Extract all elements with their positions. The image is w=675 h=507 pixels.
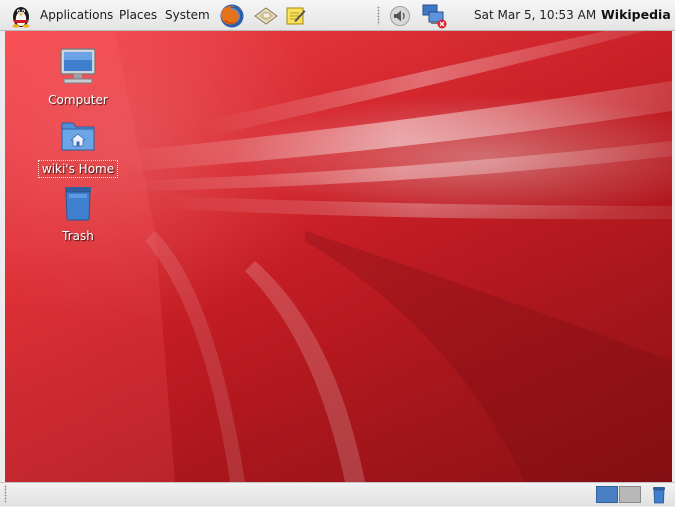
panel-handle[interactable]	[4, 485, 7, 503]
trash-icon	[65, 187, 91, 221]
workspace-1[interactable]	[596, 486, 618, 503]
trash-applet-icon[interactable]	[651, 486, 667, 507]
desktop[interactable]: Computer wiki's Home Trash	[5, 31, 672, 482]
firefox-icon[interactable]	[219, 3, 245, 32]
menu-applications[interactable]: Applications	[40, 8, 113, 22]
bottom-panel	[0, 482, 675, 506]
menu-places[interactable]: Places	[119, 8, 157, 22]
home-folder-icon	[61, 122, 95, 151]
desktop-icon-label: Computer	[48, 93, 108, 107]
penguin-logo-icon[interactable]	[9, 4, 33, 31]
menu-system[interactable]: System	[165, 8, 210, 22]
network-icon[interactable]	[421, 3, 447, 32]
panel-separator	[377, 6, 380, 25]
desktop-icon-label: Trash	[62, 229, 94, 243]
computer-icon	[60, 48, 96, 84]
top-panel: Applications Places System Sat Mar 5, 10…	[0, 0, 675, 31]
clock[interactable]: Sat Mar 5, 10:53 AM	[474, 8, 596, 22]
email-icon[interactable]	[253, 6, 279, 29]
workspace-2[interactable]	[619, 486, 641, 503]
desktop-icon-home[interactable]: wiki's Home	[32, 117, 124, 178]
volume-icon[interactable]	[389, 5, 411, 30]
notes-icon[interactable]	[286, 6, 306, 29]
user-name[interactable]: Wikipedia	[601, 7, 671, 22]
desktop-icon-computer[interactable]: Computer	[32, 47, 124, 108]
desktop-icon-label: wiki's Home	[37, 160, 119, 178]
desktop-icon-trash[interactable]: Trash	[32, 183, 124, 244]
